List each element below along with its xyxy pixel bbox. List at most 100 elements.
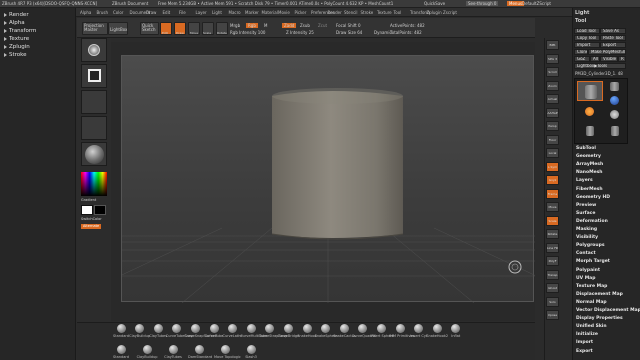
draw-button[interactable]: Draw <box>174 22 186 35</box>
texture-thumbnail[interactable] <box>81 116 107 140</box>
menu-zscript[interactable]: Zscript <box>443 10 457 15</box>
tool-thumb-cylinder3d-2[interactable] <box>605 125 625 139</box>
palette-texture[interactable]: Texture <box>4 36 29 42</box>
edit-button[interactable]: Edit <box>160 22 172 35</box>
move-button[interactable]: Move <box>188 22 200 35</box>
subpalette-deformation[interactable]: Deformation <box>576 219 608 224</box>
shelf-xpose-button[interactable]: Xpose <box>546 310 559 320</box>
menu-marker[interactable]: Marker <box>245 10 259 15</box>
subpalette-arraymesh[interactable]: ArrayMesh <box>576 162 603 167</box>
subpalette-uv-map[interactable]: UV Map <box>576 276 595 281</box>
shelf-actual-button[interactable]: Actual <box>546 94 559 104</box>
default-script-button[interactable]: DefaultZScript <box>522 1 551 6</box>
menu-tool[interactable]: Tool <box>394 10 402 15</box>
subpalette-display-properties[interactable]: Display Properties <box>576 316 623 321</box>
brush-inflat[interactable]: Inflat <box>445 324 467 338</box>
subpalette-initialize[interactable]: Initialize <box>576 332 598 337</box>
menu-alpha[interactable]: Alpha <box>80 10 91 15</box>
rgb-intensity-slider[interactable]: Rgb Intensity 100 <box>230 30 265 35</box>
menu-stroke[interactable]: Stroke <box>361 10 374 15</box>
shelf-ghost-button[interactable]: Ghost <box>546 283 559 293</box>
projection-master-button[interactable]: Projection Master <box>82 22 108 35</box>
visible-button[interactable]: Visible <box>600 56 618 62</box>
make-polymesh-button[interactable]: Make PolyMesh3D <box>588 49 626 55</box>
menu-edit[interactable]: Edit <box>163 10 171 15</box>
main-color-swatch[interactable] <box>81 205 93 215</box>
subpalette-normal-map[interactable]: Normal Map <box>576 300 607 305</box>
subpalette-displacement-map[interactable]: Displacement Map <box>576 292 623 297</box>
m-toggle[interactable]: M <box>264 23 267 28</box>
subpalette-morph-target[interactable]: Morph Target <box>576 259 610 264</box>
document-canvas[interactable] <box>121 55 535 303</box>
subpalette-polypaint[interactable]: Polypaint <box>576 268 600 273</box>
r-button[interactable]: R <box>618 56 626 62</box>
quick-sketch-button[interactable]: Quick Sketch <box>140 22 159 35</box>
shelf-floor-button[interactable]: Floor <box>546 134 559 145</box>
shelf-l-sym-button[interactable]: L.Sym <box>546 161 559 172</box>
subpalette-geometry-hd[interactable]: Geometry HD <box>576 195 610 200</box>
menu-color[interactable]: Color <box>113 10 123 15</box>
shelf-transp-button[interactable]: Transp <box>546 269 559 280</box>
subpalette-contact[interactable]: Contact <box>576 251 596 256</box>
subpalette-visibility[interactable]: Visibility <box>576 235 598 240</box>
all-button[interactable]: All <box>590 56 600 62</box>
tool-thumb-simplebrush[interactable] <box>581 105 599 119</box>
tool-thumb-polymesh3d[interactable] <box>605 95 625 107</box>
menu-texture[interactable]: Texture <box>377 10 392 15</box>
shelf-polyf-button[interactable]: PolyF <box>546 256 559 266</box>
shelf-gxyz-button[interactable]: Gxyz <box>546 175 559 185</box>
subpalette-vector-displacement-map[interactable]: Vector Displacement Map <box>576 308 640 313</box>
menu-macro[interactable]: Macro <box>229 10 241 15</box>
shelf-frame-button[interactable]: Frame <box>546 188 559 199</box>
menu-movie[interactable]: Movie <box>278 10 290 15</box>
shelf-zoom-button[interactable]: Zoom <box>546 80 559 91</box>
clone-button[interactable]: Clone <box>574 49 588 55</box>
brush2-damstandard[interactable]: DamStandard <box>188 345 212 359</box>
menu-zplugin[interactable]: Zplugin <box>427 10 442 15</box>
brush2-move-topologic[interactable]: Move Topologic <box>214 345 241 359</box>
menu-draw[interactable]: Draw <box>146 10 156 15</box>
menu-stencil[interactable]: Stencil <box>344 10 358 15</box>
palette-transform[interactable]: Transform <box>4 28 36 34</box>
subpalette-import[interactable]: Import <box>576 340 593 345</box>
shelf-scroll-button[interactable]: Scroll <box>546 67 559 77</box>
tool-thumb-pm3d-cylinder[interactable] <box>577 81 603 101</box>
shelf-scale-button[interactable]: Scale <box>546 215 559 226</box>
color-picker[interactable] <box>81 172 107 196</box>
shelf-local-button[interactable]: Local <box>546 148 559 158</box>
shelf-rotate-button[interactable]: Rotate <box>546 229 559 239</box>
shelf-bpr-button[interactable]: BPR <box>546 40 559 50</box>
menu-material[interactable]: Material <box>262 10 278 15</box>
shelf-move-button[interactable]: Move <box>546 202 559 212</box>
brush2-claytubes[interactable]: ClayTubes <box>162 345 184 359</box>
import-button[interactable]: Import <box>574 42 600 48</box>
subpalette-polygroups[interactable]: Polygroups <box>576 243 605 248</box>
subpalette-texture-map[interactable]: Texture Map <box>576 284 607 289</box>
tool-thumb-cylinder3d-1[interactable] <box>581 125 599 139</box>
brush2-standard[interactable]: Standard <box>110 345 132 359</box>
secondary-color-swatch[interactable] <box>94 205 106 215</box>
quicksave-button[interactable]: QuickSave <box>424 1 445 6</box>
subpalette-preview[interactable]: Preview <box>576 203 596 208</box>
load-tool-button[interactable]: Load Tool <box>574 28 600 34</box>
shelf-line-fill-button[interactable]: Line Fill <box>546 242 559 253</box>
paste-tool-button[interactable]: Paste Tool <box>600 35 626 41</box>
brush2-claybuildup[interactable]: ClayBuildup <box>136 345 158 359</box>
save-as-button[interactable]: Save As <box>600 28 626 34</box>
palette-zplugin[interactable]: Zplugin <box>4 44 30 50</box>
subpalette-nanomesh[interactable]: NanoMesh <box>576 170 603 175</box>
palette-stroke[interactable]: Stroke <box>4 52 27 58</box>
menu-render[interactable]: Render <box>328 10 342 15</box>
export-button[interactable]: Export <box>600 42 626 48</box>
z-intensity-slider[interactable]: Z Intensity 25 <box>286 30 314 35</box>
gradient-label[interactable]: Gradient <box>81 198 96 203</box>
shelf-spix-3-button[interactable]: SPix 3 <box>546 53 559 64</box>
material-thumbnail[interactable] <box>81 142 107 166</box>
subpalette-geometry[interactable]: Geometry <box>576 154 601 159</box>
tool-thumb-eraserbrush[interactable] <box>605 109 625 121</box>
palette-alpha[interactable]: Alpha <box>4 20 25 26</box>
rgb-toggle[interactable]: Rgb <box>246 23 258 28</box>
palette-render[interactable]: Render <box>4 12 29 18</box>
light-palette-header[interactable]: Light <box>575 10 589 16</box>
stroke-thumbnail[interactable] <box>81 64 107 88</box>
